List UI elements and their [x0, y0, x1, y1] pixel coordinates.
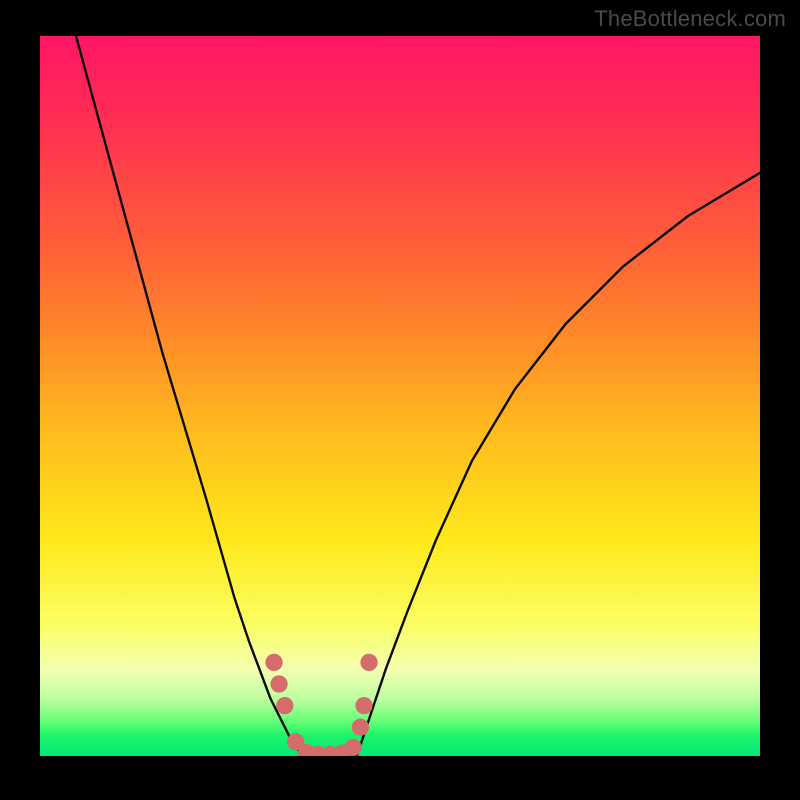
plot-area — [40, 36, 760, 756]
marker-dot — [352, 719, 369, 736]
marker-dot — [345, 739, 362, 756]
marker-dot — [270, 675, 287, 692]
series-right-curve — [357, 173, 760, 756]
marker-dot — [355, 697, 372, 714]
marker-dot — [360, 654, 377, 671]
chart-stage: TheBottleneck.com — [0, 0, 800, 800]
series-left-curve — [76, 36, 303, 756]
watermark-text: TheBottleneck.com — [594, 6, 786, 32]
marker-dot — [265, 654, 282, 671]
curve-layer — [40, 36, 760, 756]
marker-dot — [276, 697, 293, 714]
